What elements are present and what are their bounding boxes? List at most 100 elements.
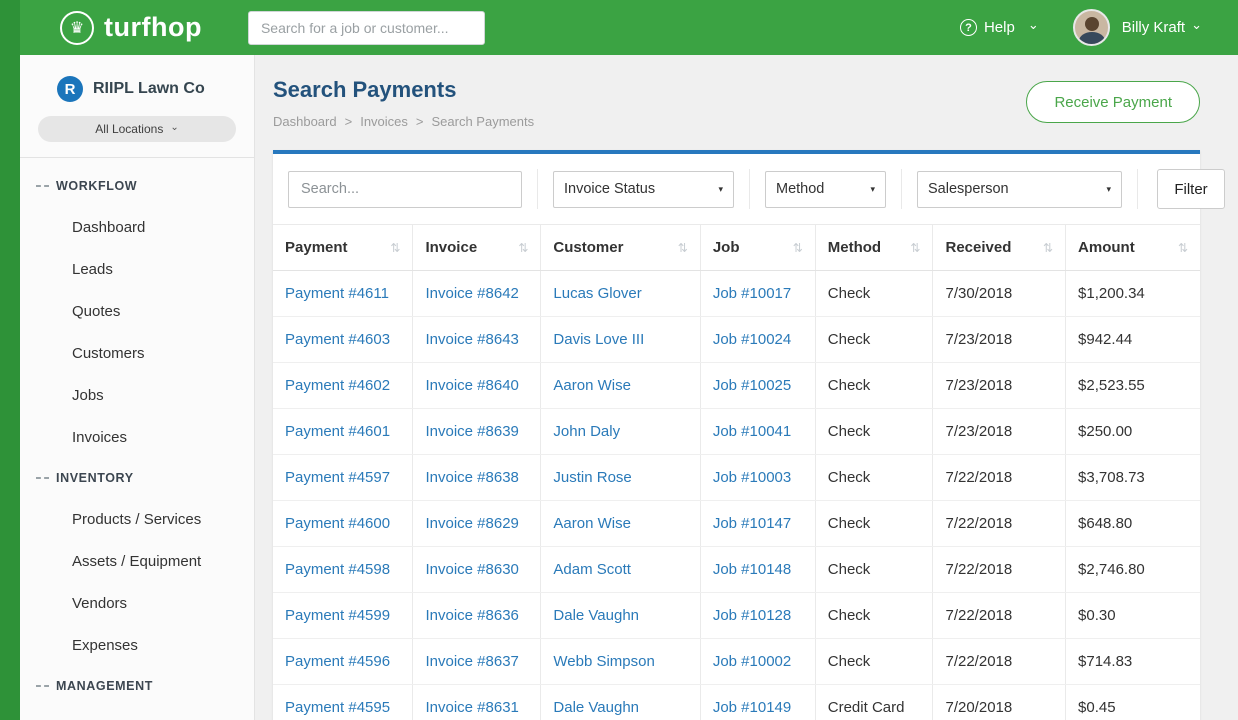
job-link[interactable]: Job #10148 [713, 561, 791, 578]
job-link[interactable]: Job #10024 [713, 331, 791, 348]
invoice-link[interactable]: Invoice #8637 [425, 653, 518, 670]
customer-cell: Webb Simpson [541, 639, 700, 685]
customer-link[interactable]: Davis Love III [553, 331, 644, 348]
payment-cell: Payment #4602 [273, 363, 413, 409]
column-header-method[interactable]: Method⇅ [815, 225, 933, 271]
user-avatar[interactable] [1073, 9, 1110, 46]
job-link[interactable]: Job #10002 [713, 653, 791, 670]
method-select[interactable]: Method ▾ [765, 171, 886, 208]
payment-link[interactable]: Payment #4600 [285, 515, 390, 532]
payment-link[interactable]: Payment #4599 [285, 607, 390, 624]
section-label: WORKFLOW [56, 179, 137, 193]
sidebar-item-vendors[interactable]: Vendors [20, 582, 254, 624]
sidebar-item-products-services[interactable]: Products / Services [20, 498, 254, 540]
payment-link[interactable]: Payment #4597 [285, 469, 390, 486]
help-menu[interactable]: ? Help ⌄ [960, 19, 1039, 36]
invoice-cell: Invoice #8640 [413, 363, 541, 409]
column-header-customer[interactable]: Customer⇅ [541, 225, 700, 271]
receive-payment-button[interactable]: Receive Payment [1026, 81, 1200, 123]
column-header-invoice[interactable]: Invoice⇅ [413, 225, 541, 271]
job-link[interactable]: Job #10149 [713, 699, 791, 716]
company-logo: R [57, 76, 83, 102]
column-header-job[interactable]: Job⇅ [700, 225, 815, 271]
sort-icon[interactable]: ⇅ [1043, 241, 1053, 255]
table-row: Payment #4595 Invoice #8631 Dale Vaughn … [273, 685, 1200, 720]
sort-icon[interactable]: ⇅ [910, 241, 920, 255]
global-search-input[interactable] [248, 11, 485, 45]
brand-logo[interactable]: ♛ turfhop [60, 11, 202, 45]
sidebar-item-assets-equipment[interactable]: Assets / Equipment [20, 540, 254, 582]
sort-icon[interactable]: ⇅ [678, 241, 688, 255]
job-link[interactable]: Job #10025 [713, 377, 791, 394]
sidebar-item-dashboard[interactable]: Dashboard [20, 206, 254, 248]
payment-link[interactable]: Payment #4603 [285, 331, 390, 348]
column-header-payment[interactable]: Payment⇅ [273, 225, 413, 271]
invoice-cell: Invoice #8629 [413, 501, 541, 547]
amount-cell: $1,200.34 [1066, 271, 1200, 317]
sort-icon[interactable]: ⇅ [390, 241, 400, 255]
invoice-link[interactable]: Invoice #8639 [425, 423, 518, 440]
sort-icon[interactable]: ⇅ [1178, 241, 1188, 255]
invoice-cell: Invoice #8638 [413, 455, 541, 501]
payment-link[interactable]: Payment #4601 [285, 423, 390, 440]
received-cell: 7/22/2018 [933, 593, 1066, 639]
payment-link[interactable]: Payment #4602 [285, 377, 390, 394]
invoice-link[interactable]: Invoice #8638 [425, 469, 518, 486]
sort-icon[interactable]: ⇅ [793, 241, 803, 255]
sidebar-item-invoices[interactable]: Invoices [20, 416, 254, 458]
column-header-amount[interactable]: Amount⇅ [1066, 225, 1200, 271]
sidebar-item-customers[interactable]: Customers [20, 332, 254, 374]
payment-cell: Payment #4598 [273, 547, 413, 593]
sidebar-item-leads[interactable]: Leads [20, 248, 254, 290]
job-link[interactable]: Job #10017 [713, 285, 791, 302]
breadcrumb-dashboard[interactable]: Dashboard [273, 114, 337, 129]
salesperson-value: Salesperson [928, 181, 1009, 197]
amount-cell: $2,523.55 [1066, 363, 1200, 409]
invoice-status-select[interactable]: Invoice Status ▾ [553, 171, 734, 208]
invoice-link[interactable]: Invoice #8643 [425, 331, 518, 348]
method-cell: Check [815, 363, 933, 409]
sidebar-item-jobs[interactable]: Jobs [20, 374, 254, 416]
received-cell: 7/23/2018 [933, 409, 1066, 455]
job-link[interactable]: Job #10147 [713, 515, 791, 532]
locations-dropdown[interactable]: All Locations ⌄ [38, 116, 236, 142]
customer-link[interactable]: Lucas Glover [553, 285, 641, 302]
sidebar-item-quotes[interactable]: Quotes [20, 290, 254, 332]
payment-link[interactable]: Payment #4596 [285, 653, 390, 670]
customer-link[interactable]: Webb Simpson [553, 653, 654, 670]
chevron-down-icon[interactable]: ⌄ [1191, 17, 1202, 33]
filter-button[interactable]: Filter [1157, 169, 1225, 209]
job-link[interactable]: Job #10003 [713, 469, 791, 486]
customer-link[interactable]: Dale Vaughn [553, 607, 639, 624]
user-menu[interactable]: Billy Kraft [1122, 19, 1185, 36]
table-search-input[interactable] [288, 171, 522, 208]
invoice-link[interactable]: Invoice #8631 [425, 699, 518, 716]
payment-link[interactable]: Payment #4598 [285, 561, 390, 578]
customer-link[interactable]: Aaron Wise [553, 515, 631, 532]
job-cell: Job #10002 [700, 639, 815, 685]
invoice-link[interactable]: Invoice #8636 [425, 607, 518, 624]
method-cell: Check [815, 271, 933, 317]
customer-link[interactable]: Dale Vaughn [553, 699, 639, 716]
invoice-link[interactable]: Invoice #8630 [425, 561, 518, 578]
payment-link[interactable]: Payment #4611 [285, 285, 389, 302]
customer-link[interactable]: Adam Scott [553, 561, 631, 578]
customer-link[interactable]: Justin Rose [553, 469, 631, 486]
salesperson-select[interactable]: Salesperson ▾ [917, 171, 1122, 208]
job-link[interactable]: Job #10041 [713, 423, 791, 440]
breadcrumb-invoices[interactable]: Invoices [360, 114, 408, 129]
received-cell: 7/23/2018 [933, 363, 1066, 409]
column-header-received[interactable]: Received⇅ [933, 225, 1066, 271]
customer-link[interactable]: John Daly [553, 423, 620, 440]
sidebar-item-expenses[interactable]: Expenses [20, 624, 254, 666]
job-link[interactable]: Job #10128 [713, 607, 791, 624]
invoice-link[interactable]: Invoice #8642 [425, 285, 518, 302]
customer-link[interactable]: Aaron Wise [553, 377, 631, 394]
method-value: Method [776, 181, 824, 197]
section-header-inventory: INVENTORY [20, 458, 254, 498]
invoice-link[interactable]: Invoice #8629 [425, 515, 518, 532]
company-block: R RIIPL Lawn Co [20, 55, 254, 102]
sort-icon[interactable]: ⇅ [518, 241, 528, 255]
payment-link[interactable]: Payment #4595 [285, 699, 390, 716]
invoice-link[interactable]: Invoice #8640 [425, 377, 518, 394]
